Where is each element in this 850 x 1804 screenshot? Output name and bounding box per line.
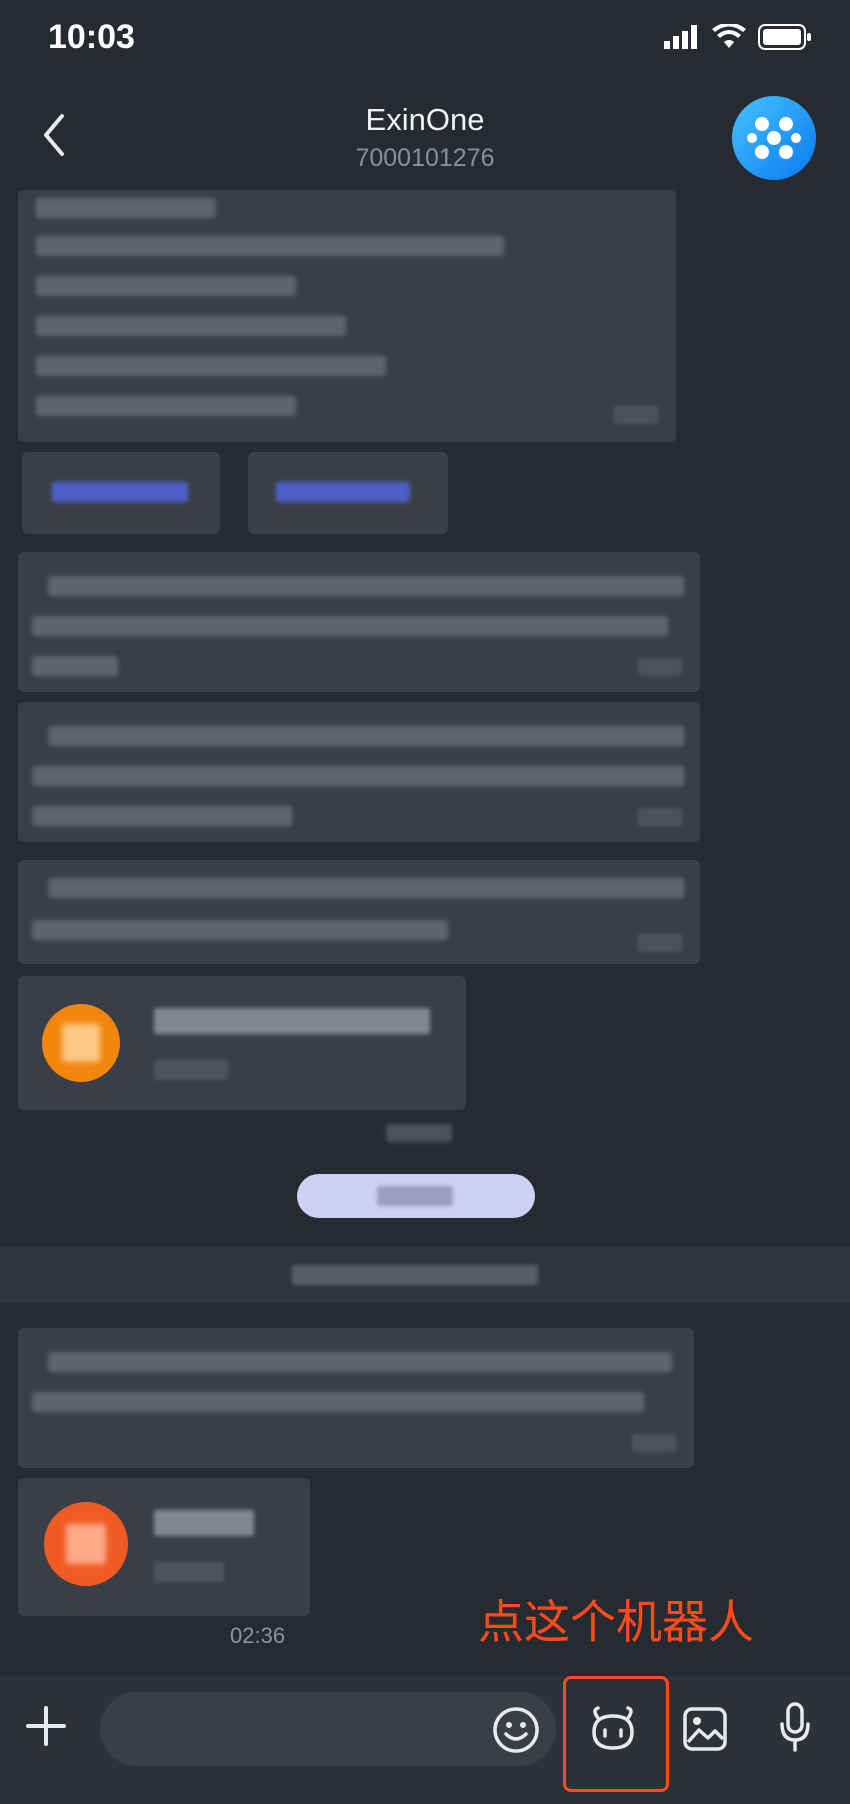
transfer-bubble-1[interactable]: [18, 976, 466, 1110]
chat-title: ExinOne: [365, 102, 485, 137]
chat-id: 7000101276: [355, 144, 495, 172]
plus-icon[interactable]: [26, 1706, 66, 1746]
message-bubble-5[interactable]: [18, 1328, 694, 1468]
battery-icon: [758, 24, 811, 50]
message-time: 02:36: [230, 1623, 286, 1648]
message-bubble-3[interactable]: [18, 702, 700, 842]
unread-messages-divider: [0, 1247, 850, 1303]
highlight-box: [563, 1676, 669, 1792]
exin-logo-icon: [747, 117, 801, 159]
gallery-icon[interactable]: [682, 1706, 728, 1752]
emoji-icon[interactable]: [492, 1706, 540, 1754]
action-button-1[interactable]: [22, 452, 220, 534]
message-bubble-order-details[interactable]: [18, 190, 676, 442]
coin-icon: [44, 1502, 128, 1586]
action-button-2[interactable]: [248, 452, 448, 534]
signal-icon: [664, 25, 697, 49]
microphone-icon[interactable]: [778, 1702, 812, 1752]
bot-avatar[interactable]: [732, 96, 816, 180]
status-bar: 10:03: [0, 0, 850, 80]
chat-header: ExinOne 7000101276: [0, 80, 850, 190]
annotation-text: 点这个机器人: [478, 1596, 754, 1648]
date-separator-pill: [297, 1174, 535, 1218]
coin-icon: [42, 1004, 120, 1082]
message-input[interactable]: [100, 1692, 556, 1766]
status-icons: [664, 24, 812, 50]
wifi-icon: [712, 24, 746, 48]
status-time: 10:03: [48, 18, 135, 56]
transfer-bubble-2[interactable]: [18, 1478, 310, 1616]
message-bubble-2[interactable]: [18, 552, 700, 692]
message-bubble-4[interactable]: [18, 860, 700, 964]
composer-bar: [0, 1676, 850, 1804]
